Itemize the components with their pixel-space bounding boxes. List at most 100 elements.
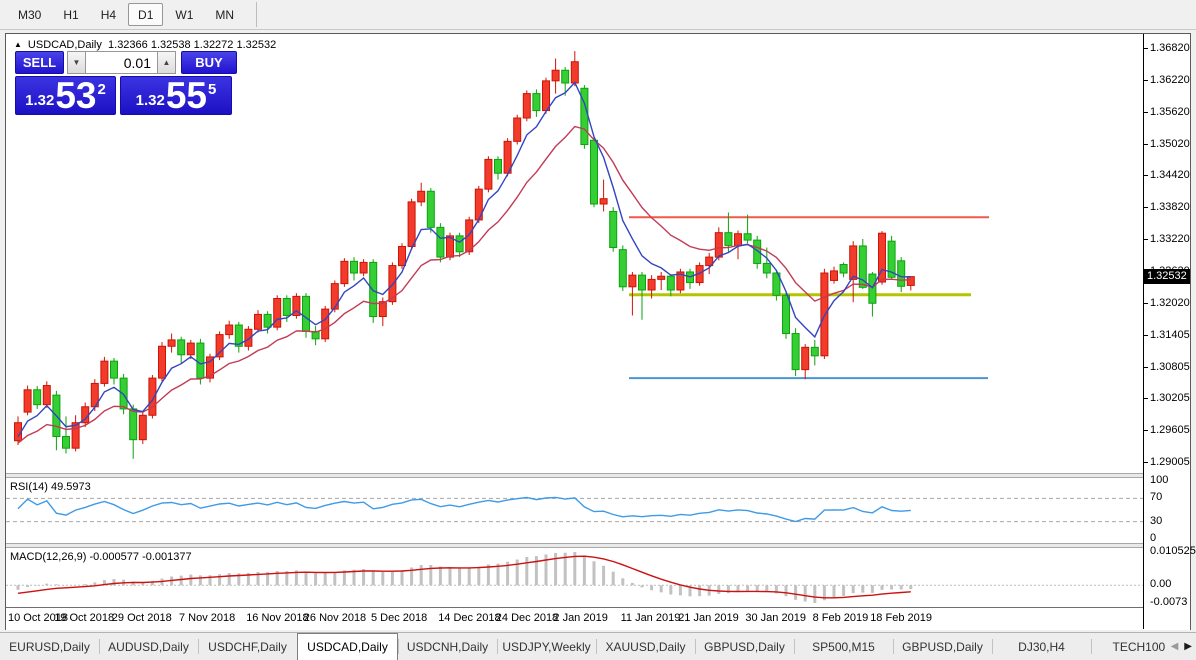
- candle-body: [570, 61, 579, 84]
- volume-up-button[interactable]: ▲: [157, 51, 176, 74]
- candle-body: [33, 389, 42, 406]
- axis-tick: [1144, 111, 1148, 113]
- sell-price-sup: 2: [97, 81, 106, 98]
- axis-tick: [1144, 143, 1148, 145]
- date-label: 24 Dec 2018: [495, 612, 559, 624]
- candle-body: [23, 389, 32, 413]
- price-axis-label: 1.32020: [1144, 297, 1190, 309]
- macd-axis-label: -0.0073: [1150, 596, 1188, 608]
- symbol-tab-usdchf-daily[interactable]: USDCHF,Daily: [198, 633, 297, 660]
- chart-ohlc-values: 1.32366 1.32538 1.32272 1.32532: [108, 39, 277, 51]
- candle-body: [359, 261, 368, 274]
- volume-input[interactable]: 0.01: [86, 51, 157, 74]
- rsi-chart-canvas[interactable]: [6, 478, 1143, 543]
- rsi-axis-label: 0: [1150, 532, 1157, 544]
- date-label: 30 Jan 2019: [745, 612, 806, 624]
- buy-price-big: 55: [165, 75, 207, 116]
- date-label: 18 Feb 2019: [870, 612, 932, 624]
- symbol-tab-usdcad-daily[interactable]: USDCAD,Daily: [297, 633, 398, 660]
- price-axis-label: 1.35020: [1144, 138, 1190, 150]
- tab-scroll-right-icon[interactable]: ▶: [1184, 641, 1192, 652]
- timeframe-button-m30[interactable]: M30: [8, 3, 51, 26]
- rsi-axis-label: 70: [1150, 491, 1163, 504]
- price-axis-label: 1.31405: [1144, 329, 1190, 341]
- buy-price-small: 1.32: [135, 92, 165, 109]
- candle-body: [350, 260, 358, 274]
- candle-body: [782, 294, 790, 335]
- candle-body: [561, 69, 570, 84]
- buy-button[interactable]: BUY: [181, 51, 237, 74]
- buy-price-quote[interactable]: 1.32 55 5: [120, 76, 232, 115]
- rsi-axis-label: 100: [1150, 474, 1169, 486]
- axis-tick: [1144, 302, 1148, 304]
- price-axis[interactable]: 1.36820 1.36220 1.35620 1.35020 1.34420 1.338…: [1143, 34, 1196, 629]
- rsi-line: [17, 496, 911, 523]
- symbol-tab-gbpusd-daily[interactable]: GBPUSD,Daily: [893, 633, 992, 660]
- sell-price-quote[interactable]: 1.32 53 2: [15, 76, 116, 115]
- candle-body: [724, 232, 733, 246]
- tab-scroll-left-icon[interactable]: ◀: [1171, 641, 1179, 652]
- candle-body: [801, 346, 810, 371]
- symbol-tab-usdjpy-weekly[interactable]: USDJPY,Weekly: [497, 633, 596, 660]
- candle-body: [62, 436, 70, 449]
- candle-body: [417, 190, 426, 203]
- candle-body: [71, 422, 80, 449]
- candle-body: [657, 275, 666, 280]
- current-price-tag: 1.32532: [1144, 268, 1190, 284]
- axis-tick: [1144, 462, 1148, 464]
- candle-body: [340, 260, 349, 285]
- symbol-tab-dj30-h4[interactable]: DJ30,H4: [992, 633, 1091, 660]
- symbol-tab-xauusd-daily[interactable]: XAUUSD,Daily: [596, 633, 695, 660]
- axis-tick: [1144, 207, 1148, 209]
- sell-price-big: 53: [55, 75, 97, 116]
- candle-body: [647, 278, 656, 291]
- candle-body: [330, 283, 339, 310]
- candle-body: [599, 198, 608, 205]
- symbol-tab-audusd-daily[interactable]: AUDUSD,Daily: [99, 633, 198, 660]
- price-axis-label: 1.35620: [1144, 106, 1190, 118]
- date-label: 26 Nov 2018: [303, 612, 367, 624]
- volume-down-button[interactable]: ▼: [67, 51, 86, 74]
- axis-tick: [1144, 430, 1148, 432]
- price-axis-label: 1.33220: [1144, 233, 1190, 245]
- symbol-tab-eurusd-daily[interactable]: EURUSD,Daily: [0, 633, 99, 660]
- candle-body: [167, 339, 176, 347]
- candle-body: [810, 346, 819, 357]
- toolbar-separator: [256, 2, 258, 27]
- timeframe-button-mn[interactable]: MN: [205, 3, 244, 26]
- sell-button[interactable]: SELL: [15, 51, 64, 74]
- candle-body: [868, 273, 877, 304]
- date-label: 19 Oct 2018: [54, 612, 115, 624]
- axis-tick: [1144, 366, 1148, 368]
- candle-body: [618, 249, 627, 288]
- candle-body: [714, 232, 723, 258]
- candle-body: [455, 235, 464, 253]
- candle-body: [177, 339, 186, 356]
- date-label: 21 Jan 2019: [678, 612, 739, 624]
- timeframe-button-w1[interactable]: W1: [165, 3, 203, 26]
- collapse-triangle-icon[interactable]: ▲: [14, 40, 22, 49]
- timeframe-button-d1[interactable]: D1: [128, 3, 164, 26]
- timeframe-button-h4[interactable]: H4: [91, 3, 126, 26]
- time-axis[interactable]: 10 Oct 2018 19 Oct 2018 29 Oct 2018 7 Nov 2…: [6, 607, 1190, 630]
- candle-body: [263, 313, 272, 328]
- chevron-up-icon: ▲: [162, 58, 171, 67]
- candle-body: [302, 295, 310, 332]
- candle-body: [100, 360, 109, 384]
- candle-body: [906, 276, 915, 286]
- rsi-axis-label: 30: [1150, 514, 1163, 527]
- timeframe-button-h1[interactable]: H1: [53, 3, 88, 26]
- date-label: 29 Oct 2018: [111, 612, 172, 624]
- candle-body: [897, 260, 906, 287]
- candle-body: [398, 245, 406, 267]
- candle-body: [590, 139, 598, 205]
- candle-body: [628, 274, 637, 288]
- symbol-tab-bar: EURUSD,Daily AUDUSD,Daily USDCHF,Daily USDC…: [0, 632, 1196, 660]
- symbol-tab-sp500-m15[interactable]: SP500,M15: [794, 633, 893, 660]
- buy-price-sup: 5: [208, 81, 217, 98]
- candle-body: [494, 158, 502, 174]
- date-label: 5 Dec 2018: [371, 612, 428, 624]
- symbol-tab-usdcnh-daily[interactable]: USDCNH,Daily: [398, 633, 497, 660]
- candle-body: [129, 408, 138, 441]
- symbol-tab-gbpusd-daily[interactable]: GBPUSD,Daily: [695, 633, 794, 660]
